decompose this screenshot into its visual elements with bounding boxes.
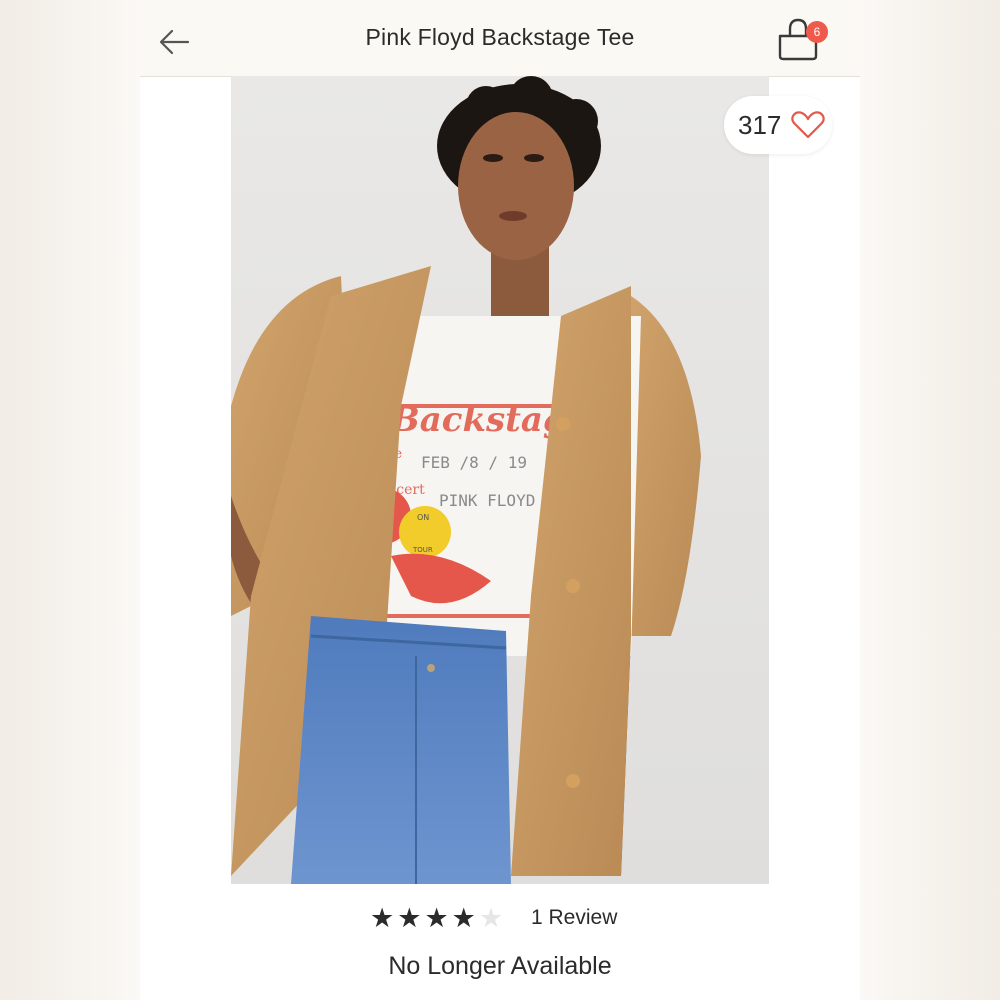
availability-status: No Longer Available — [388, 952, 612, 980]
reviews-link[interactable]: 1 Review — [531, 906, 617, 930]
background-right — [860, 0, 1000, 1000]
product-photo[interactable]: Backstage date FEB /8 / 19 concert PINK … — [231, 76, 769, 884]
shirt-ball-text: ON — [417, 513, 429, 522]
shirt-ball-text-2: TOUR — [412, 546, 433, 554]
back-button[interactable] — [156, 24, 192, 60]
app-screen: Pink Floyd Backstage Tee 6 Backstage FEB… — [140, 0, 860, 1000]
star-filled-icon: ★ — [397, 903, 422, 933]
page-title: Pink Floyd Backstage Tee — [365, 24, 635, 50]
background-left — [0, 0, 140, 1000]
model-illustration: Backstage date FEB /8 / 19 concert PINK … — [231, 76, 769, 884]
arrow-left-icon — [159, 29, 190, 55]
like-count: 317 — [738, 110, 782, 140]
shirt-band: PINK FLOYD — [439, 491, 535, 510]
shirt-date-value: FEB /8 / 19 — [421, 453, 527, 472]
heart-outline-icon — [791, 111, 825, 139]
star-rating: ★ ★ ★ ★ ★ — [370, 902, 503, 934]
star-filled-icon: ★ — [370, 903, 395, 933]
star-filled-icon: ★ — [451, 903, 476, 933]
star-empty-icon: ★ — [478, 903, 504, 933]
star-filled-icon: ★ — [424, 903, 449, 933]
like-button[interactable]: 317 — [724, 96, 832, 154]
rating-row: ★ ★ ★ ★ ★ 1 Review — [140, 900, 860, 936]
top-bar: Pink Floyd Backstage Tee 6 — [140, 0, 860, 77]
cart-count-badge: 6 — [806, 21, 828, 43]
